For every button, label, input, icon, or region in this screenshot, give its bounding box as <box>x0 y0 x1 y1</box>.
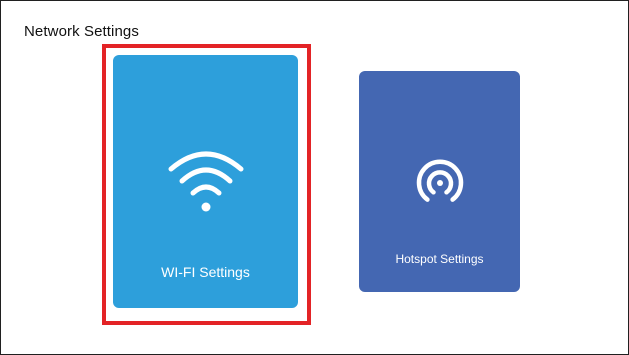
hotspot-settings-tile[interactable]: Hotspot Settings <box>359 71 520 292</box>
hotspot-icon <box>416 159 463 202</box>
wifi-settings-label: WI-FI Settings <box>161 264 250 280</box>
wifi-settings-tile[interactable]: WI-FI Settings <box>113 55 298 308</box>
page-title: Network Settings <box>24 23 139 40</box>
wifi-icon <box>168 151 243 212</box>
hotspot-settings-label: Hotspot Settings <box>395 252 484 266</box>
network-settings-screen: Network Settings WI-FI Settings Hotspot … <box>0 0 629 355</box>
